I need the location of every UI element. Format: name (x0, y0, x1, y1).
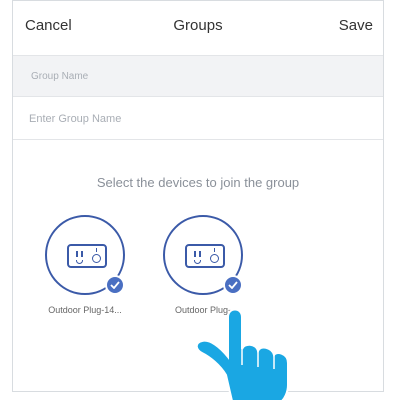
device-name: Outdoor Plug-14... (48, 305, 122, 315)
cancel-button[interactable]: Cancel (25, 17, 72, 34)
device-ring (45, 215, 125, 295)
instruction-text: Select the devices to join the group (96, 175, 300, 190)
tapping-hand-icon (195, 308, 289, 401)
nav-bar: Cancel Groups Save (13, 1, 383, 56)
outdoor-plug-icon (67, 244, 107, 268)
outdoor-plug-icon (185, 244, 225, 268)
group-name-row (13, 96, 383, 140)
device-item-outdoor-plug-1[interactable]: Outdoor Plug-14... (35, 215, 135, 315)
device-ring (163, 215, 243, 295)
group-name-label: Group Name (31, 71, 89, 82)
save-button[interactable]: Save (339, 17, 373, 34)
checkmark-icon (105, 275, 125, 295)
device-item-outdoor-plug-2[interactable]: Outdoor Plug- (153, 215, 253, 315)
checkmark-icon (223, 275, 243, 295)
group-name-input[interactable] (27, 107, 361, 131)
